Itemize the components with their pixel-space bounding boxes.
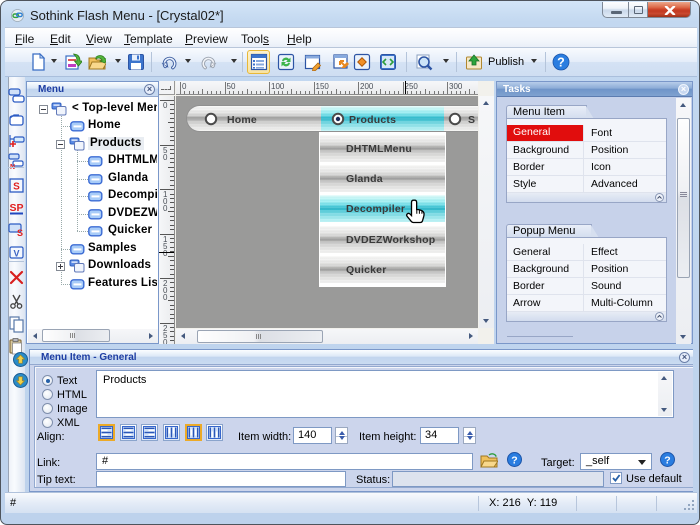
svg-text:?: ? [511,455,517,467]
svg-text:SP: SP [9,202,23,214]
svg-text:V: V [13,249,19,259]
svg-text:S: S [13,182,20,193]
svg-text:S: S [17,228,23,238]
svg-text:?: ? [664,455,670,467]
svg-text:?: ? [557,56,565,70]
